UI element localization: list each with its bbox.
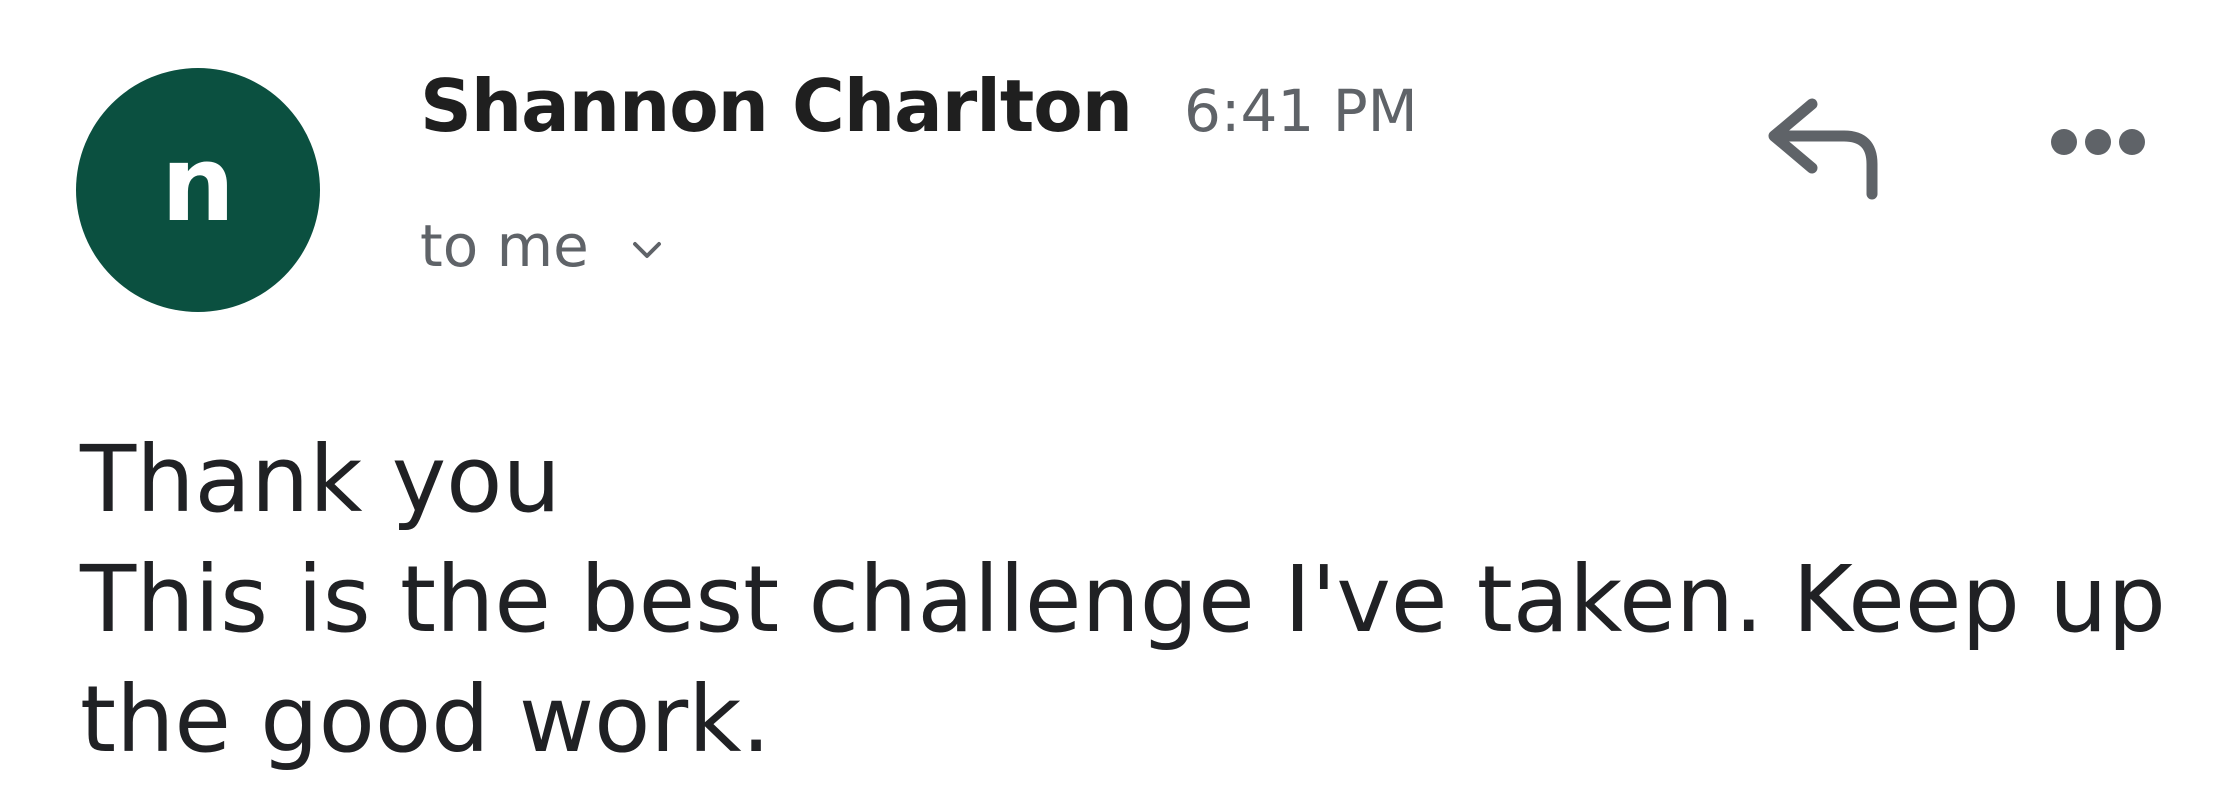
more-options-button[interactable] — [2028, 100, 2168, 180]
recipient-details-toggle[interactable]: to me — [420, 212, 665, 280]
body-line-message: This is the best challenge I've taken. K… — [80, 546, 2166, 773]
sender-avatar[interactable]: n — [76, 68, 320, 312]
chevron-down-icon — [632, 242, 661, 258]
body-line-greeting: Thank you — [80, 426, 561, 533]
more-horizontal-icon — [2051, 129, 2145, 155]
recipient-label: to me — [420, 212, 589, 280]
email-body: Thank you This is the best challenge I'v… — [80, 420, 2180, 780]
email-header: n Shannon Charlton 6:41 PM to me — [0, 0, 2230, 330]
sender-name[interactable]: Shannon Charlton — [420, 64, 1133, 148]
sender-line: Shannon Charlton 6:41 PM — [420, 64, 1418, 148]
message-time: 6:41 PM — [1184, 77, 1418, 145]
reply-button[interactable] — [1760, 90, 1890, 200]
avatar-letter: n — [160, 123, 236, 245]
reply-icon — [1768, 98, 1878, 200]
